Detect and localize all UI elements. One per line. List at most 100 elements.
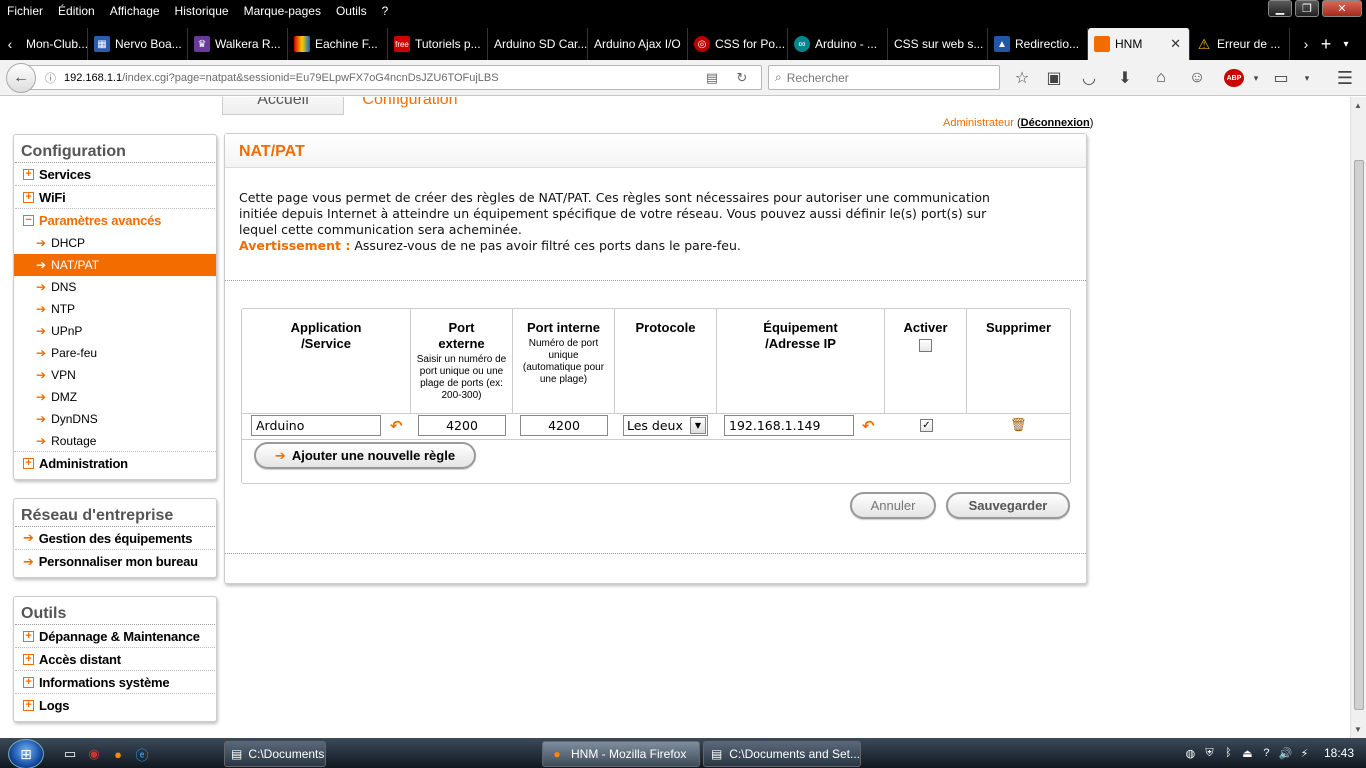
activer-checkbox[interactable]: ✓ (920, 419, 933, 432)
network-icon[interactable]: ◍ (1183, 746, 1198, 761)
vertical-scrollbar[interactable]: ▲ ▼ (1350, 97, 1366, 738)
router-tab-configuration[interactable]: Configuration (344, 97, 476, 115)
sidebar-item-informations-systeme[interactable]: + Informations système (15, 671, 215, 694)
screen-icon[interactable]: ▭ (1270, 67, 1292, 89)
tab-nervo[interactable]: ▦ Nervo Boa... (88, 28, 188, 60)
sidebar-sub-pare-feu[interactable]: ➔ Pare-feu (14, 342, 216, 364)
tab-tutoriels[interactable]: free Tutoriels p... (388, 28, 488, 60)
application-input[interactable]: Arduino (251, 415, 381, 436)
tab-arduino[interactable]: ∞ Arduino - ... (788, 28, 888, 60)
save-button[interactable]: Sauvegarder (946, 492, 1070, 519)
logout-link[interactable]: Déconnexion (1021, 117, 1090, 129)
screen-dropdown-icon[interactable]: ▾ (1296, 67, 1318, 89)
cancel-button[interactable]: Annuler (850, 492, 936, 519)
tab-eachine[interactable]: Eachine F... (288, 28, 388, 60)
tab-css-web[interactable]: CSS sur web s... (888, 28, 988, 60)
menu-historique[interactable]: Historique (168, 4, 237, 18)
sidebar-item-services[interactable]: + Services (15, 163, 215, 186)
menu-marque-pages[interactable]: Marque-pages (237, 4, 329, 18)
tab-list-icon[interactable]: ▾ (1336, 28, 1356, 60)
menu-aide[interactable]: ? (375, 4, 397, 18)
reader-view-icon[interactable]: ▤ (703, 69, 721, 87)
sidebar-sub-routage[interactable]: ➔ Routage (14, 430, 216, 452)
add-rule-button[interactable]: ➔ Ajouter une nouvelle règle (254, 442, 476, 469)
start-button[interactable]: ⊞ (8, 739, 44, 768)
tab-css-for-po[interactable]: ◎ CSS for Po... (688, 28, 788, 60)
sidebar-sub-upnp[interactable]: ➔ UPnP (14, 320, 216, 342)
tab-erreur[interactable]: ⚠ Erreur de ... (1190, 28, 1290, 60)
tabs-scroll-left-icon[interactable]: ‹ (0, 28, 20, 60)
info-icon[interactable]: ⓘ (45, 70, 56, 86)
clock[interactable]: 18:43 (1324, 746, 1354, 760)
pocket-icon[interactable]: ◡ (1078, 67, 1100, 89)
download-icon[interactable]: ⬇ (1114, 67, 1136, 89)
help-icon[interactable]: ? (1259, 746, 1274, 761)
reload-icon[interactable]: ↻ (733, 69, 751, 87)
undo-icon[interactable]: ↶ (862, 417, 878, 435)
tab-mon-club[interactable]: Mon-Club... (20, 28, 88, 60)
usb-icon[interactable]: ⏏ (1240, 746, 1255, 761)
sidebar-sub-dns[interactable]: ➔ DNS (14, 276, 216, 298)
adblock-icon[interactable]: ABP (1224, 69, 1244, 87)
power-icon[interactable]: ⚡ (1297, 746, 1312, 761)
tab-hnm[interactable]: HNM ✕ (1088, 28, 1190, 60)
undo-icon[interactable]: ↶ (390, 417, 406, 435)
port-interne-input[interactable]: 4200 (520, 415, 608, 436)
taskbar-task-explorer-2[interactable]: ▤ C:\Documents and Set... (703, 741, 861, 767)
security-icon[interactable]: ⛨ (1202, 746, 1217, 761)
sidebar-item-parametres-avances[interactable]: − Paramètres avancés (15, 209, 215, 232)
menu-outils[interactable]: Outils (329, 4, 375, 18)
tab-walkera[interactable]: ♛ Walkera R... (188, 28, 288, 60)
sidebar-item-acces-distant[interactable]: + Accès distant (15, 648, 215, 671)
bookmark-star-icon[interactable]: ☆ (1011, 67, 1033, 89)
close-icon[interactable]: ✕ (1322, 0, 1362, 17)
scroll-up-icon[interactable]: ▲ (1354, 101, 1362, 110)
tab-redirection[interactable]: ▲ Redirectio... (988, 28, 1088, 60)
adblock-dropdown-icon[interactable]: ▾ (1245, 67, 1267, 89)
trash-icon[interactable]: 🗑 (1010, 417, 1027, 433)
sidebar-sub-vpn[interactable]: ➔ VPN (14, 364, 216, 386)
menu-fichier[interactable]: Fichier (0, 4, 51, 18)
sidebar-item-depannage[interactable]: + Dépannage & Maintenance (15, 625, 215, 648)
menu-edition[interactable]: Édition (51, 4, 103, 18)
tabs-scroll-right-icon[interactable]: › (1296, 28, 1316, 60)
protocole-select[interactable]: Les deux ▼ (623, 415, 708, 436)
sidebar-item-logs[interactable]: + Logs (15, 694, 215, 717)
new-tab-icon[interactable]: + (1316, 28, 1336, 60)
sidebar-sub-dyndns[interactable]: ➔ DynDNS (14, 408, 216, 430)
reading-list-icon[interactable]: ▣ (1043, 67, 1065, 89)
sidebar-item-wifi[interactable]: + WiFi (15, 186, 215, 209)
sidebar-sub-ntp[interactable]: ➔ NTP (14, 298, 216, 320)
sidebar-item-administration[interactable]: + Administration (15, 452, 215, 475)
url-bar[interactable]: ⓘ 192.168.1.1/index.cgi?page=natpat&sess… (28, 65, 762, 90)
back-button[interactable]: ← (6, 63, 36, 93)
scroll-down-icon[interactable]: ▼ (1354, 725, 1362, 734)
firefox-icon[interactable]: ● (110, 746, 126, 762)
sidebar-sub-dmz[interactable]: ➔ DMZ (14, 386, 216, 408)
sidebar-sub-natpat[interactable]: ➔ NAT/PAT (14, 254, 216, 276)
router-tab-home[interactable]: Accueil (222, 97, 344, 115)
ip-address-input[interactable]: 192.168.1.149 (724, 415, 854, 436)
maximize-icon[interactable]: ❐ (1295, 0, 1319, 17)
media-player-icon[interactable]: ◉ (86, 746, 102, 762)
tab-close-icon[interactable]: ✕ (1170, 36, 1181, 52)
sidebar-item-personnaliser-bureau[interactable]: ➔ Personnaliser mon bureau (15, 550, 215, 573)
tab-arduino-ajax[interactable]: Arduino Ajax I/O (588, 28, 688, 60)
scrollbar-thumb[interactable] (1354, 160, 1364, 710)
sidebar-item-gestion-equipements[interactable]: ➔ Gestion des équipements (15, 527, 215, 550)
sidebar-sub-dhcp[interactable]: ➔ DHCP (14, 232, 216, 254)
menu-affichage[interactable]: Affichage (103, 4, 168, 18)
minimize-icon[interactable]: ▁ (1268, 0, 1292, 17)
smiley-icon[interactable]: ☺ (1186, 67, 1208, 89)
volume-icon[interactable]: 🔊 (1278, 746, 1293, 761)
bluetooth-icon[interactable]: ᛒ (1221, 746, 1236, 761)
search-input[interactable]: ⌕ Rechercher (768, 65, 1000, 90)
home-icon[interactable]: ⌂ (1150, 67, 1172, 89)
port-externe-input[interactable]: 4200 (418, 415, 506, 436)
activer-all-checkbox[interactable] (919, 339, 932, 352)
tab-arduino-sd[interactable]: Arduino SD Car... (488, 28, 588, 60)
taskbar-task-explorer-1[interactable]: ▤ C:\Documents a (224, 741, 326, 767)
show-desktop-icon[interactable]: ▭ (62, 746, 78, 762)
hamburger-menu-icon[interactable]: ☰ (1334, 67, 1356, 89)
internet-explorer-icon[interactable]: ⓔ (134, 746, 150, 763)
